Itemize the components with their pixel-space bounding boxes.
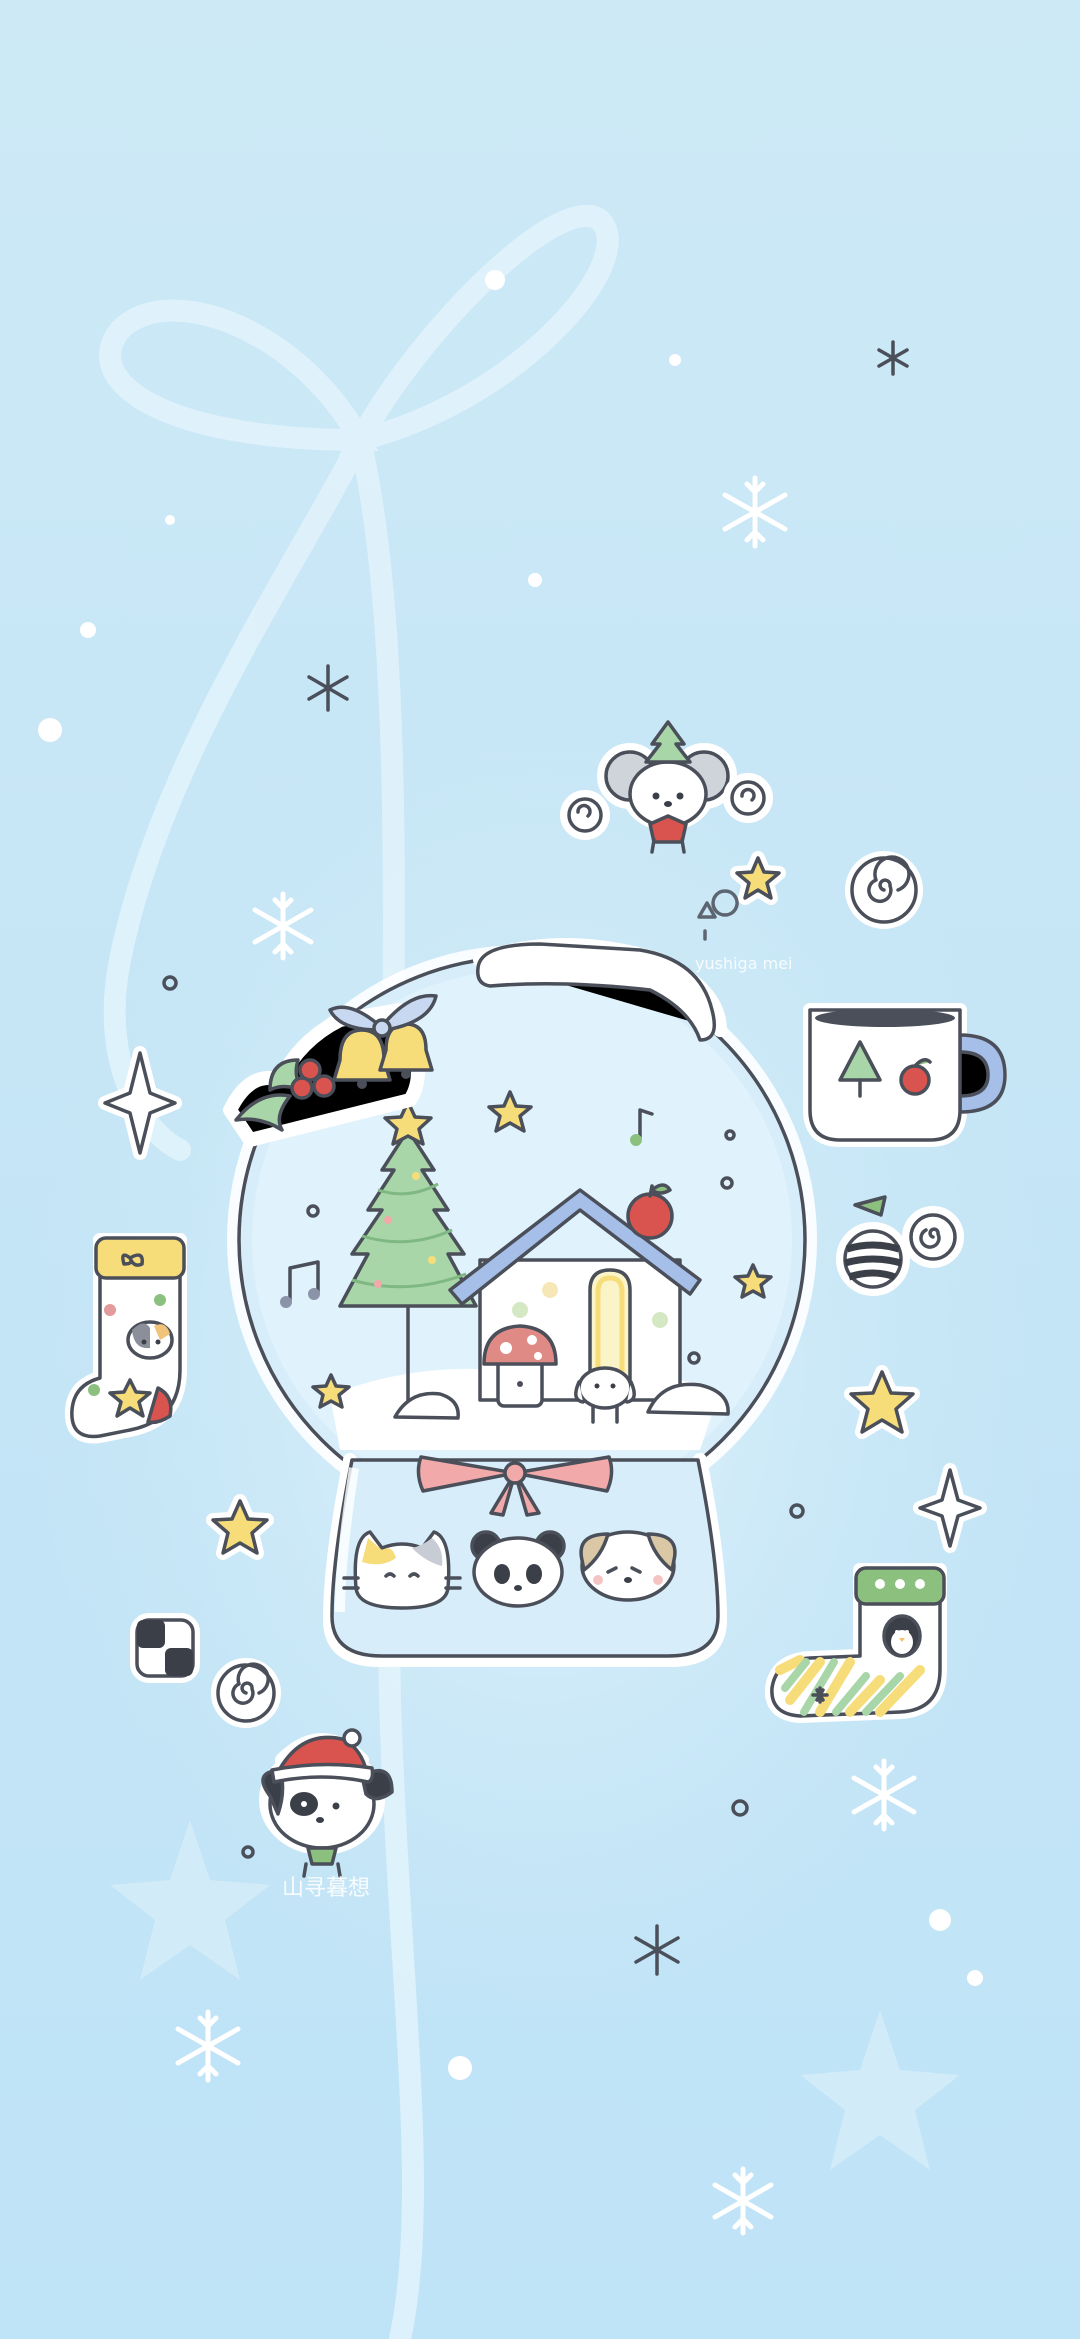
checker-candy-icon bbox=[130, 1613, 200, 1683]
signature-mark-lower: 山寻暮想 bbox=[282, 1876, 370, 1901]
panda-face-icon bbox=[470, 1530, 566, 1608]
signature-upper-text: yushiga mei bbox=[695, 954, 792, 973]
wallpaper: yushiga mei 山寻暮想 bbox=[0, 0, 1080, 2339]
wallpaper-art: yushiga mei 山寻暮想 bbox=[0, 0, 1080, 2339]
signature-lower-text: 山寻暮想 bbox=[282, 1876, 370, 1901]
dog-face-icon bbox=[579, 1530, 677, 1602]
cat-face-icon bbox=[342, 1530, 462, 1610]
globe-base bbox=[323, 1453, 727, 1667]
